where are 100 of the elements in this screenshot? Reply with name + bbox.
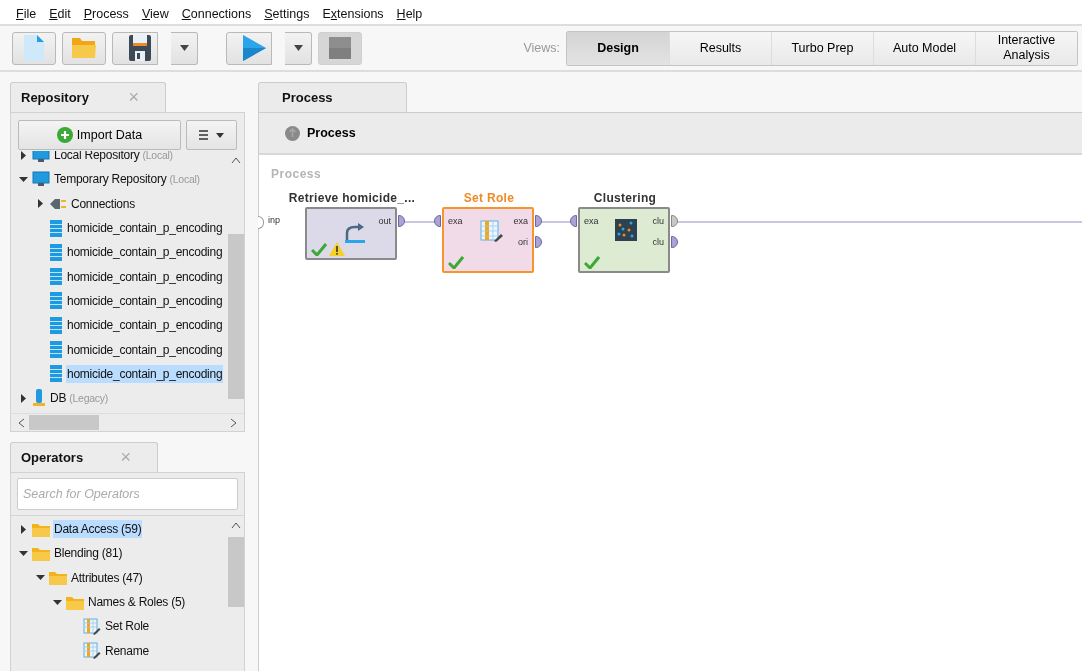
output-port[interactable] <box>671 215 678 227</box>
table-pencil-icon <box>480 220 504 242</box>
monitor-icon <box>32 151 50 164</box>
data-table-icon <box>49 365 63 383</box>
input-port[interactable] <box>258 216 264 229</box>
horizontal-scrollbar[interactable] <box>11 413 244 431</box>
data-table-icon <box>49 243 63 261</box>
expand-arrow-icon[interactable] <box>19 151 28 160</box>
plus-icon <box>56 127 73 143</box>
caret-icon <box>179 45 189 51</box>
stop-icon <box>329 37 351 59</box>
scroll-left-icon[interactable] <box>17 417 25 428</box>
expand-arrow-icon[interactable] <box>36 199 45 209</box>
port-label: exa <box>513 216 528 226</box>
operator-title: Set Role <box>462 191 516 205</box>
scroll-up-icon[interactable] <box>231 157 241 164</box>
operator-node[interactable]: out <box>305 207 397 260</box>
tree-item[interactable]: Attributes (47) <box>70 568 144 587</box>
data-table-icon <box>49 219 63 237</box>
output-port[interactable] <box>535 215 542 227</box>
collapse-arrow-icon[interactable] <box>19 548 28 558</box>
port-label: clu <box>652 237 664 247</box>
operator-title: Clustering <box>592 191 658 205</box>
port-label: clu <box>652 216 664 226</box>
port-label: exa <box>584 216 599 226</box>
tree-item[interactable]: homicide_contain_p_encoding <box>66 243 224 262</box>
canvas-label: Process <box>271 167 322 181</box>
menu-item[interactable]: Edit <box>49 7 71 21</box>
repository-tab[interactable]: Repository × <box>10 82 166 112</box>
port-label: ori <box>518 237 528 247</box>
tree-item[interactable]: homicide_contain_p_encoding <box>66 340 224 359</box>
operator-title: Retrieve homicide_... <box>287 191 417 205</box>
run-button[interactable] <box>226 31 272 65</box>
expand-arrow-icon[interactable] <box>19 524 28 534</box>
folder-icon <box>32 521 50 537</box>
menu-item[interactable]: Settings <box>264 7 310 21</box>
database-icon <box>32 389 46 408</box>
menu-item[interactable]: Extensions <box>322 7 384 21</box>
folder-icon <box>66 594 84 610</box>
menu-item[interactable]: File <box>16 7 37 21</box>
scroll-up-icon[interactable] <box>231 522 241 529</box>
view-tab[interactable]: Design <box>567 31 669 65</box>
collapse-arrow-icon[interactable] <box>19 174 28 184</box>
input-port[interactable] <box>434 215 441 227</box>
input-port[interactable] <box>570 215 577 227</box>
tree-item[interactable]: Temporary Repository (Local) <box>53 170 201 189</box>
data-table-icon <box>49 316 63 334</box>
menu-item[interactable]: Help <box>396 7 423 21</box>
expand-arrow-icon[interactable] <box>19 393 28 403</box>
tree-item[interactable]: homicide_contain_p_encoding <box>66 316 224 335</box>
options-menu-button[interactable] <box>186 120 237 150</box>
view-tab[interactable]: Turbo Prep <box>771 31 873 65</box>
collapse-arrow-icon[interactable] <box>36 573 45 583</box>
play-icon <box>242 35 266 61</box>
view-tab[interactable]: Auto Model <box>873 31 975 65</box>
tree-item[interactable]: homicide_contain_p_encoding <box>66 267 224 286</box>
document-icon <box>23 34 45 62</box>
view-tab[interactable]: Interactive Analysis <box>975 31 1077 65</box>
table-pencil-icon <box>83 642 101 660</box>
tree-item[interactable]: Names & Roles (5) <box>87 593 187 612</box>
curved-arrow-icon <box>343 221 365 243</box>
view-tab[interactable]: Results <box>669 31 771 65</box>
output-port[interactable] <box>671 236 678 248</box>
views-label: Views: <box>523 41 560 55</box>
menu-item[interactable]: View <box>141 7 169 21</box>
tree-item[interactable]: homicide_contain_p_encoding <box>66 291 224 310</box>
operator-node[interactable]: exa clu clu <box>578 207 670 273</box>
data-table-icon <box>49 268 63 286</box>
port-label: out <box>378 216 391 226</box>
folder-icon <box>71 37 97 59</box>
tree-item[interactable]: DB (Legacy) <box>49 389 110 408</box>
tree-item[interactable]: Data Access (59) <box>53 520 143 539</box>
import-data-button[interactable]: Import Data <box>18 120 181 150</box>
process-tab[interactable]: Process <box>258 82 407 112</box>
tree-item[interactable]: Connections <box>70 194 136 213</box>
dropdown-button[interactable] <box>171 31 198 65</box>
tree-item[interactable]: Rename <box>104 641 150 660</box>
folder-icon <box>32 545 50 561</box>
search-field[interactable]: Search for Operators <box>17 478 238 510</box>
output-port[interactable] <box>535 236 542 248</box>
plug-icon <box>49 196 67 211</box>
output-port[interactable] <box>398 215 405 227</box>
operator-node[interactable]: exa exa ori <box>442 207 534 273</box>
tree-item[interactable]: homicide_contain_p_encoding <box>66 219 224 238</box>
menu-icon <box>198 130 225 140</box>
save-button[interactable] <box>112 31 158 65</box>
data-table-icon <box>49 341 63 358</box>
operators-tab[interactable]: Operators × <box>10 442 158 472</box>
menu-item[interactable]: Connections <box>181 7 252 21</box>
tree-item[interactable]: homicide_contain_p_encoding <box>66 364 224 383</box>
tree-item[interactable]: Blending (81) <box>53 544 124 563</box>
port-label: inp <box>268 215 280 225</box>
data-table-icon <box>49 292 63 310</box>
menu-item[interactable]: Process <box>83 7 129 21</box>
scroll-right-icon[interactable] <box>230 417 238 428</box>
dropdown-button[interactable] <box>285 31 312 65</box>
collapse-arrow-icon[interactable] <box>53 597 62 607</box>
tree-item[interactable]: Set Role <box>104 617 151 636</box>
tree-item[interactable]: Local Repository (Local) <box>53 151 174 165</box>
breadcrumb-link[interactable]: Process <box>285 125 356 141</box>
